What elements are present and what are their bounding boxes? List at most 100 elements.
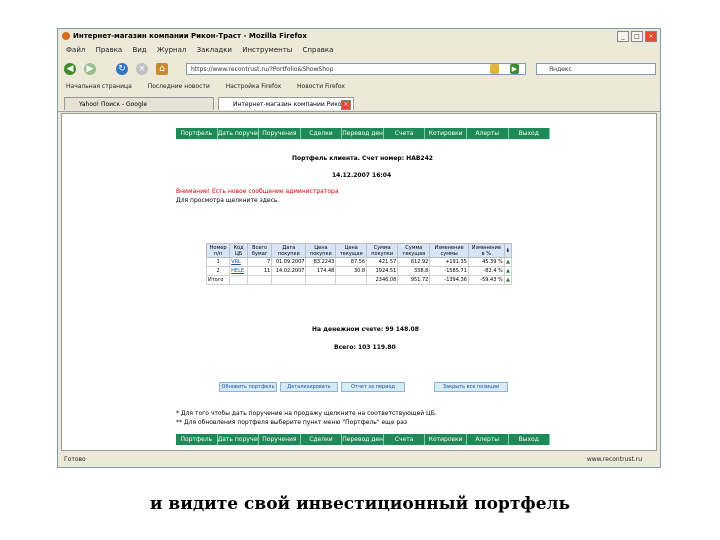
- close-button[interactable]: ×: [645, 31, 657, 42]
- cell-number: 2: [205, 266, 231, 276]
- cell-buy-sum: 421.57: [366, 257, 399, 267]
- sort-arrow-icon[interactable]: ⬇: [503, 243, 513, 258]
- navigation-toolbar: ◀ ▶ ↻ × ⌂ https://www.recontrust.ru/?Por…: [58, 59, 660, 79]
- nav-orders[interactable]: Поручения: [259, 128, 301, 139]
- title-bar: Интернет-магазин компании Рикон-Траст - …: [58, 29, 660, 43]
- cell-cur-price: 87.56: [335, 257, 368, 267]
- nav-give-order[interactable]: Дать поручение: [218, 434, 260, 445]
- admin-warning: Внимание! Есть новое сообщение администр…: [176, 188, 339, 195]
- home-icon[interactable]: ⌂: [156, 63, 168, 75]
- nav-alerts[interactable]: Алерты: [467, 128, 509, 139]
- nav-portfolio[interactable]: Портфель: [176, 434, 218, 445]
- col-qty: Всего бумаг: [247, 243, 273, 258]
- cell-change-pct: -82.4 %: [467, 266, 505, 276]
- period-report-button[interactable]: Отчет за период: [341, 382, 405, 392]
- footnote-sell: * Для того чтобы дать поручение на прода…: [176, 410, 437, 417]
- col-code: Код ЦБ: [229, 243, 249, 258]
- cell-empty: [247, 275, 273, 285]
- nav-deals[interactable]: Сделки: [301, 434, 343, 445]
- nav-alerts[interactable]: Алерты: [467, 434, 509, 445]
- cell-number: 1: [205, 257, 231, 267]
- bookmark-item[interactable]: Настройка Firefox: [226, 83, 281, 90]
- cell-date: 01.09.2007: [271, 257, 307, 267]
- client-line: Портфель клиента. Счет номер: HAB242: [292, 155, 433, 162]
- nav-exit[interactable]: Выход: [509, 434, 551, 445]
- menu-tools[interactable]: Инструменты: [242, 46, 292, 54]
- col-buy-sum: Сумма покупки: [366, 243, 399, 258]
- menu-bookmarks[interactable]: Закладки: [197, 46, 232, 54]
- slide-caption: и видите свой инвестиционный портфель: [149, 494, 571, 514]
- cell-change-pct: 45.39 %: [467, 257, 505, 267]
- nav-orders[interactable]: Поручения: [259, 434, 301, 445]
- maximize-button[interactable]: □: [631, 31, 643, 42]
- up-arrow-icon: ▲: [503, 266, 513, 276]
- minimize-button[interactable]: _: [617, 31, 629, 42]
- footnote-refresh: ** Для обновления портфеля выберите пунк…: [176, 419, 408, 426]
- reload-icon[interactable]: ↻: [116, 63, 128, 75]
- page-content: Портфель Дать поручение Поручения Сделки…: [61, 113, 657, 451]
- search-input[interactable]: Яндекс: [536, 63, 656, 75]
- refresh-portfolio-button[interactable]: Обновить портфель: [219, 382, 277, 392]
- nav-accounts[interactable]: Счета: [384, 434, 426, 445]
- cell-total-cur-sum: 951.72: [397, 275, 431, 285]
- nav-portfolio[interactable]: Портфель: [176, 128, 218, 139]
- stop-icon[interactable]: ×: [136, 63, 148, 75]
- bookmarks-toolbar: Начальная страница Последние новости Нас…: [58, 81, 660, 93]
- close-positions-button[interactable]: Закрыть все позиции: [434, 382, 508, 392]
- lock-icon: [490, 64, 499, 74]
- cell-buy-sum: 1924.51: [366, 266, 399, 276]
- cell-total-change-pct: -59.43 %: [467, 275, 505, 285]
- go-icon[interactable]: ▶: [510, 64, 519, 74]
- cell-total-label: Итого: [205, 275, 231, 285]
- bookmark-item[interactable]: Новости Firefox: [297, 83, 345, 90]
- table-row[interactable]: 1 VRL 7 01.09.2007 83.2243 87.56 421.57 …: [205, 257, 513, 267]
- forward-icon[interactable]: ▶: [84, 63, 96, 75]
- menu-view[interactable]: Вид: [132, 46, 146, 54]
- cell-buy-price: 83.2243: [305, 257, 337, 267]
- table-row[interactable]: 2 HELE 11 14.02.2007 174.48 30.8 1924.51…: [205, 266, 513, 276]
- cell-empty: [305, 275, 337, 285]
- nav-transfer[interactable]: Перевод денег: [342, 434, 384, 445]
- nav-exit[interactable]: Выход: [509, 128, 551, 139]
- cell-qty: 7: [247, 257, 273, 267]
- detail-button[interactable]: Детализировать: [280, 382, 338, 392]
- portfolio-datetime: 14.12.2007 16:04: [332, 172, 392, 179]
- cell-cur-sum: 612.92: [397, 257, 431, 267]
- view-message-link[interactable]: Для просмотра щелкните здесь.: [176, 197, 279, 204]
- menu-help[interactable]: Справка: [303, 46, 334, 54]
- nav-quotes[interactable]: Котировки: [425, 128, 467, 139]
- menu-file[interactable]: Файл: [66, 46, 85, 54]
- bookmark-item[interactable]: Начальная страница: [66, 83, 132, 90]
- close-tab-icon[interactable]: ×: [341, 100, 351, 110]
- table-header-row: Номер п/п Код ЦБ Всего бумаг Дата покупк…: [205, 243, 513, 258]
- menu-history[interactable]: Журнал: [157, 46, 186, 54]
- col-number: Номер п/п: [205, 243, 231, 258]
- col-buy-price: Цена покупки: [305, 243, 337, 258]
- col-cur-sum: Сумма текущая: [397, 243, 431, 258]
- col-change-pct: Изменение в %: [467, 243, 505, 258]
- nav-accounts[interactable]: Счета: [384, 128, 426, 139]
- cell-cur-sum: 338.8: [397, 266, 431, 276]
- up-arrow-icon: ▲: [503, 257, 513, 267]
- portfolio-table: Номер п/п Код ЦБ Всего бумаг Дата покупк…: [205, 243, 513, 285]
- up-arrow-icon: ▲: [503, 275, 513, 285]
- cell-buy-price: 174.48: [305, 266, 337, 276]
- nav-quotes[interactable]: Котировки: [425, 434, 467, 445]
- nav-deals[interactable]: Сделки: [301, 128, 343, 139]
- menu-edit[interactable]: Правка: [96, 46, 123, 54]
- nav-transfer[interactable]: Перевод денег: [342, 128, 384, 139]
- site-nav-top: Портфель Дать поручение Поручения Сделки…: [176, 128, 551, 139]
- col-change-sum: Изменение суммы: [429, 243, 469, 258]
- back-icon[interactable]: ◀: [64, 63, 76, 75]
- cell-total-change-sum: -1394.36: [429, 275, 469, 285]
- cell-change-sum: -1585.71: [429, 266, 469, 276]
- url-field[interactable]: https://www.recontrust.ru/?Portfolio&Sho…: [186, 63, 526, 75]
- security-link[interactable]: HELE: [229, 266, 249, 276]
- nav-give-order[interactable]: Дать поручение: [218, 128, 260, 139]
- cell-change-sum: +191.35: [429, 257, 469, 267]
- bookmark-item[interactable]: Последние новости: [148, 83, 210, 90]
- tab-recontrust[interactable]: Интернет-магазин компании Рикон...: [218, 97, 354, 110]
- cell-empty: [229, 275, 249, 285]
- security-link[interactable]: VRL: [229, 257, 249, 267]
- tab-google[interactable]: Yahoo! Поиск - Google: [64, 97, 214, 110]
